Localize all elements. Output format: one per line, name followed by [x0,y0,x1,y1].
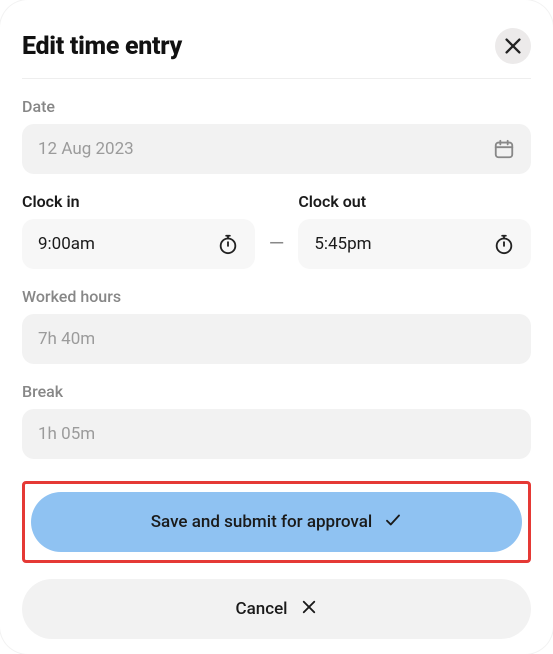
break-value: 1h 05m [38,424,515,444]
save-submit-button[interactable]: Save and submit for approval [31,492,522,552]
clock-out-input[interactable]: 5:45pm [298,219,531,269]
check-icon [384,511,402,534]
close-icon [300,598,318,621]
close-icon [502,35,524,57]
break-field: Break 1h 05m [22,382,531,459]
save-submit-label: Save and submit for approval [151,512,372,532]
clock-out-value: 5:45pm [314,234,493,254]
stopwatch-icon [493,233,515,255]
clock-out-field: Clock out 5:45pm [298,192,531,269]
modal-title: Edit time entry [22,32,182,61]
clock-out-label: Clock out [298,192,531,211]
clock-in-input[interactable]: 9:00am [22,219,255,269]
worked-hours-input: 7h 40m [22,314,531,364]
time-separator: — [269,209,285,269]
date-field: Date 12 Aug 2023 [22,97,531,174]
break-input[interactable]: 1h 05m [22,409,531,459]
time-row: Clock in 9:00am — Clock out 5:45pm [22,192,531,269]
clock-in-value: 9:00am [38,234,217,254]
modal-header: Edit time entry [22,28,531,64]
date-value: 12 Aug 2023 [38,139,493,159]
date-input[interactable]: 12 Aug 2023 [22,124,531,174]
cancel-button[interactable]: Cancel [22,579,531,639]
divider [22,78,531,79]
worked-hours-label: Worked hours [22,287,531,306]
calendar-icon [493,138,515,160]
date-label: Date [22,97,531,116]
stopwatch-icon [217,233,239,255]
close-button[interactable] [495,28,531,64]
worked-hours-field: Worked hours 7h 40m [22,287,531,364]
worked-hours-value: 7h 40m [38,329,515,349]
highlight-frame: Save and submit for approval [22,481,531,563]
edit-time-entry-modal: Edit time entry Date 12 Aug 2023 [0,0,553,654]
clock-in-label: Clock in [22,192,255,211]
break-label: Break [22,382,531,401]
clock-in-field: Clock in 9:00am [22,192,255,269]
cancel-label: Cancel [235,599,287,619]
